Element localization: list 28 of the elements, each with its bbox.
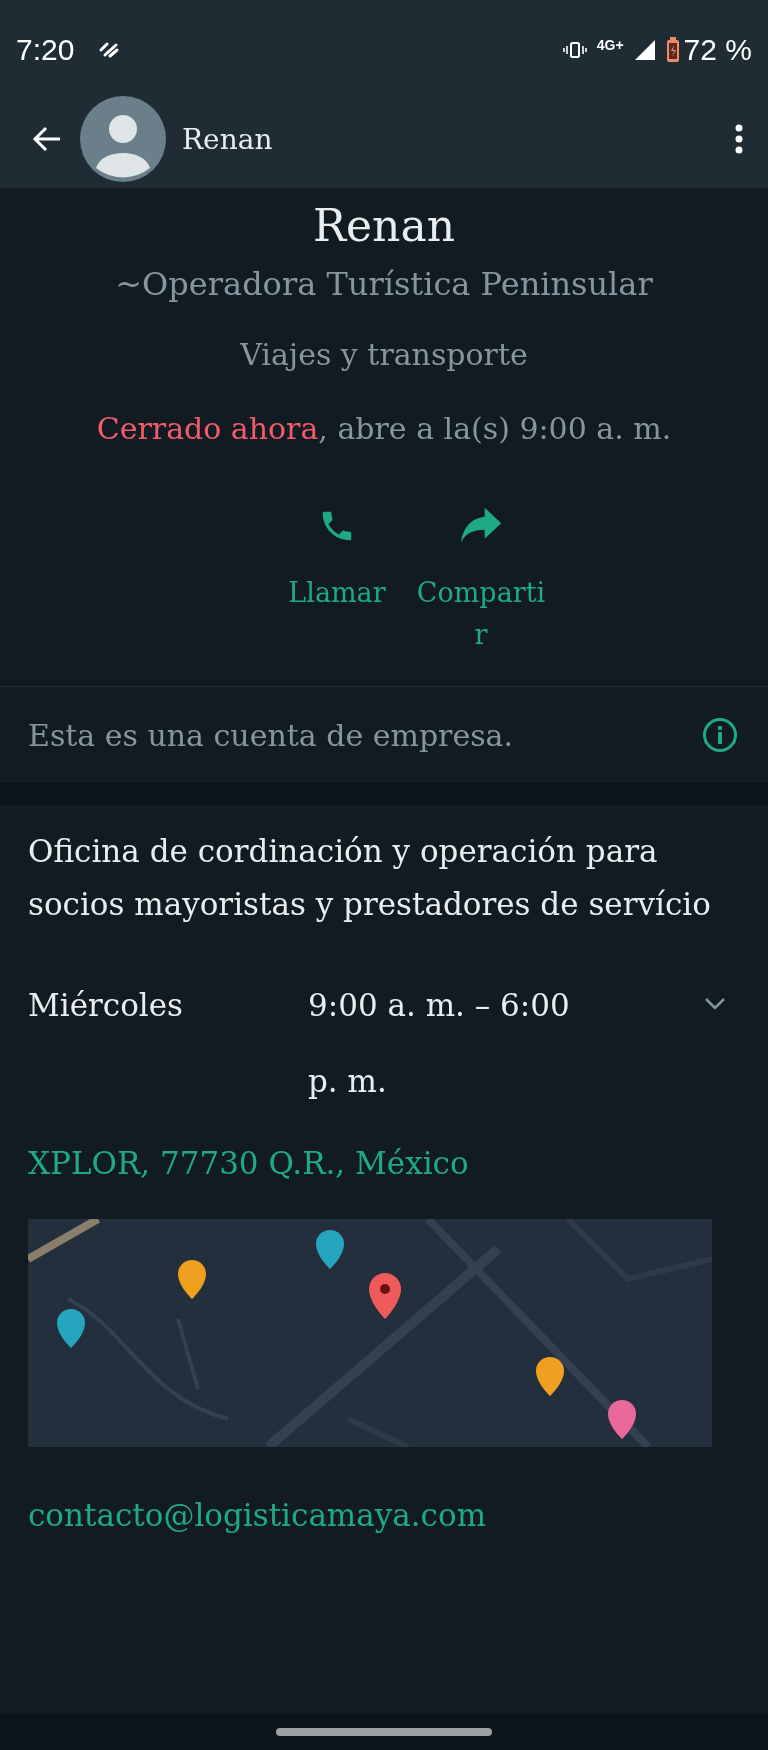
business-category: Viajes y transporte	[240, 336, 528, 374]
chevron-down-icon[interactable]	[704, 997, 726, 1011]
avatar-icon[interactable]	[80, 96, 166, 182]
info-icon[interactable]	[702, 717, 738, 753]
contact-name: Renan	[182, 122, 274, 156]
push-name: ~Operadora Turística Peninsular	[115, 264, 653, 305]
home-handle[interactable]	[276, 1728, 492, 1736]
business-notice[interactable]: Esta es una cuenta de empresa.	[0, 686, 768, 805]
profile-name: Renan	[312, 199, 456, 253]
back-icon[interactable]	[32, 126, 62, 152]
vibrate-icon	[562, 40, 587, 60]
opening-hours: 9:00 a. m. – 6:00 p. m.	[308, 986, 571, 1101]
weekday: Miércoles	[28, 986, 184, 1025]
notice-text: Esta es una cuenta de empresa.	[28, 717, 513, 753]
signal-icon	[633, 39, 656, 61]
network-type: 4G+	[596, 37, 624, 53]
action-label[interactable]: Llamar	[271, 572, 403, 614]
action-label[interactable]: Compartir	[415, 572, 547, 656]
notification-icon	[98, 41, 121, 59]
battery-percent: 72 %	[683, 33, 752, 67]
battery-icon	[665, 37, 680, 63]
clock-time: 7:20	[16, 33, 75, 67]
email-link[interactable]: contacto@logisticamaya.com	[28, 1497, 740, 1533]
more-options-icon[interactable]	[734, 124, 744, 154]
address-link[interactable]: XPLOR, 77730 Q.R., México	[28, 1133, 740, 1193]
opening-time: , abre a la(s) 9:00 a. m.	[318, 411, 672, 446]
business-description: Oficina de cordinación y operación para socios mayoristas y prestadores de servício	[28, 832, 712, 924]
open-status: Cerrado ahora	[96, 411, 319, 446]
